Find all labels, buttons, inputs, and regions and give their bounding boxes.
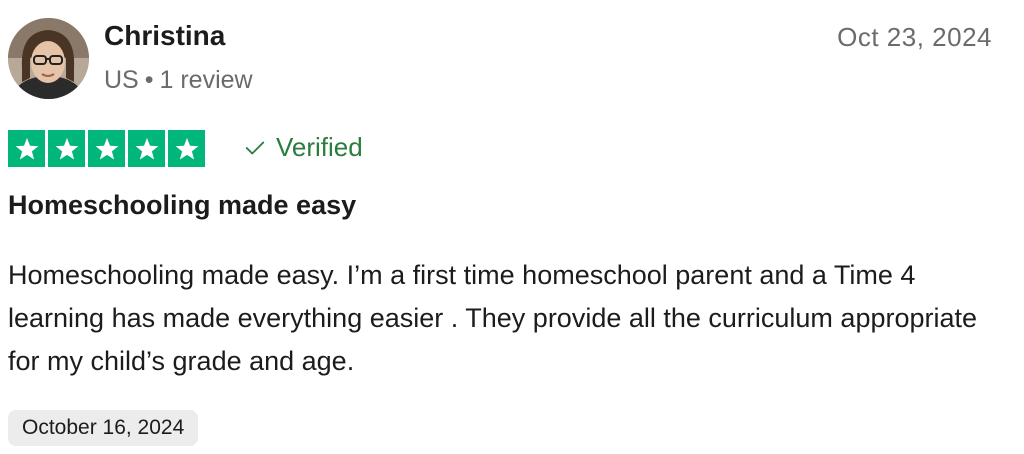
star-icon [88,130,125,167]
star-icon [128,130,165,167]
reviewer-country: US [104,66,139,94]
star-icon [168,130,205,167]
review-card: Christina US • 1 review Oct 23, 2024 Verif… [0,0,1024,454]
star-icon [48,130,85,167]
verified-label: Verified [276,132,363,162]
star-rating [8,130,205,167]
checkmark-icon [245,141,265,154]
verified-badge[interactable]: Verified [244,132,363,163]
review-body: Homeschooling made easy. I’m a first tim… [8,260,978,376]
meta-separator: • [144,66,154,94]
reviewer-review-count: 1 review [159,66,253,94]
experience-date-badge: October 16, 2024 [8,410,199,446]
review-date: Oct 23, 2024 [837,22,992,52]
review-title[interactable]: Homeschooling made easy [8,190,356,221]
star-icon [8,130,45,167]
avatar-photo [8,18,89,99]
avatar[interactable] [8,18,89,99]
reviewer-name[interactable]: Christina [104,20,225,52]
reviewer-meta: US • 1 review [104,66,253,95]
